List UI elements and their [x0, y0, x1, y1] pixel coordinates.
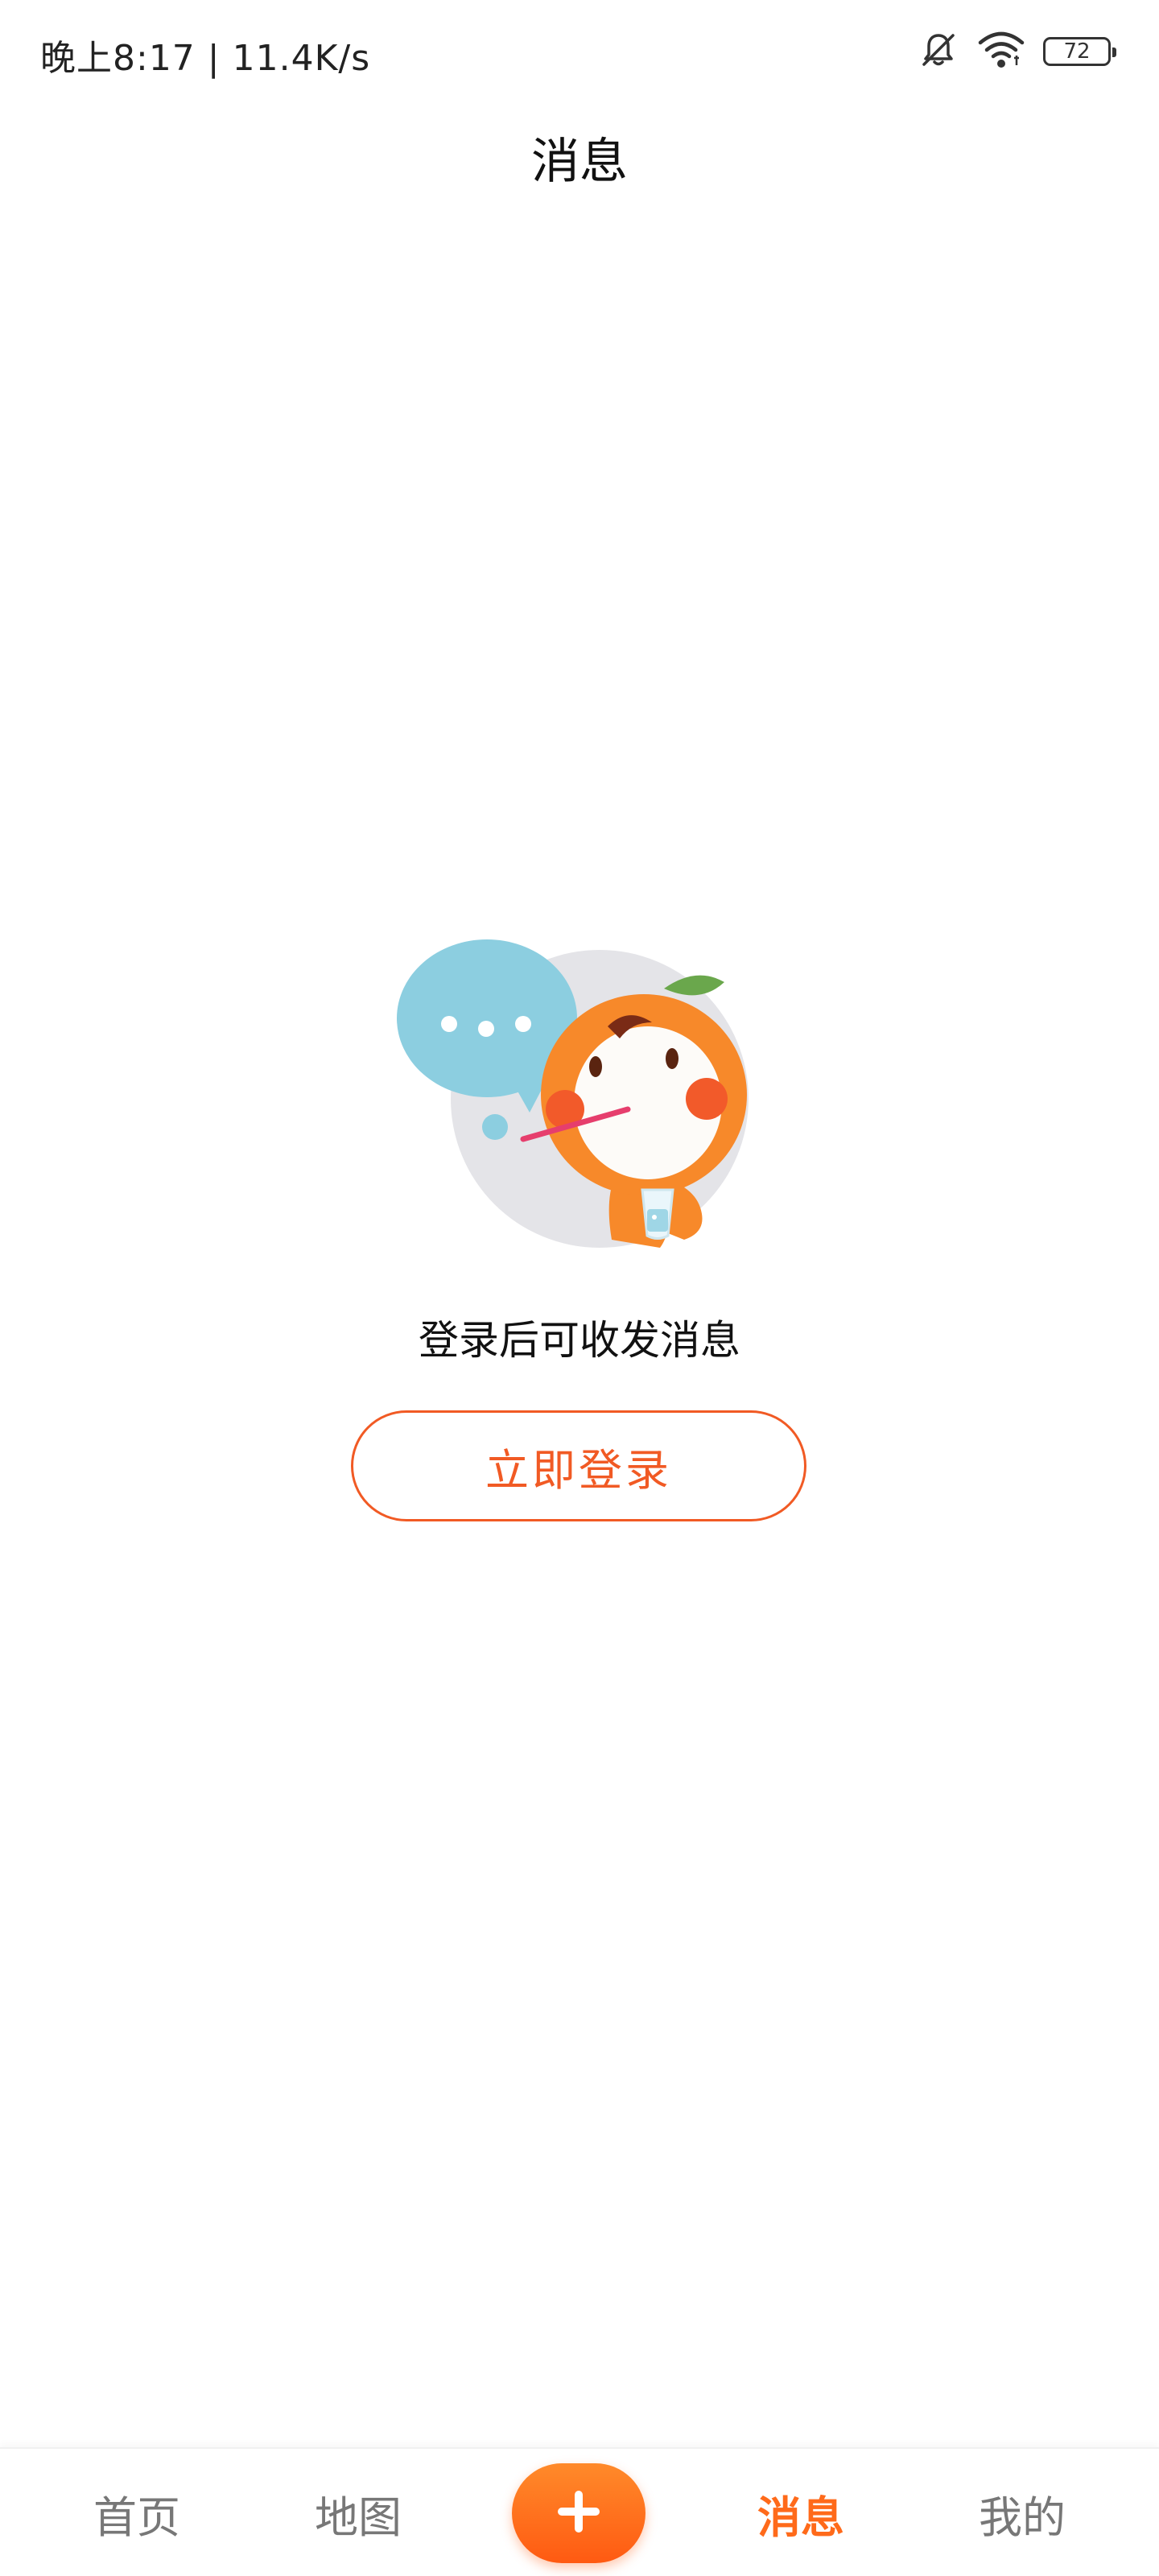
- status-time-speed: 晚上8:17 | 11.4K/s: [40, 38, 371, 79]
- header: 消息: [0, 113, 1159, 201]
- wifi-icon: [977, 30, 1025, 73]
- add-button[interactable]: [512, 2463, 645, 2563]
- login-button[interactable]: 立即登录: [351, 1410, 806, 1521]
- nav-item-map[interactable]: 地图: [270, 2449, 447, 2576]
- page-title: 消息: [531, 133, 628, 190]
- plus-icon: [553, 2486, 604, 2541]
- battery-icon: 72: [1043, 37, 1116, 66]
- status-icons: 72: [918, 27, 1116, 76]
- empty-state-message: 登录后可收发消息: [419, 1317, 740, 1364]
- status-bar: 晚上8:17 | 11.4K/s 72: [0, 0, 1159, 105]
- nav-item-messages[interactable]: 消息: [712, 2449, 889, 2576]
- messages-page: 晚上8:17 | 11.4K/s 72 消息 登录后可收发消息 立即登录 首页 …: [0, 0, 1159, 2576]
- bottom-nav: 首页 地图 消息 我的: [0, 2447, 1159, 2576]
- bell-muted-icon: [918, 29, 959, 74]
- nav-item-mine[interactable]: 我的: [934, 2449, 1111, 2576]
- orange-mascot-chat-illustration: [386, 926, 773, 1272]
- nav-item-home[interactable]: 首页: [48, 2449, 225, 2576]
- battery-level: 72: [1063, 39, 1091, 64]
